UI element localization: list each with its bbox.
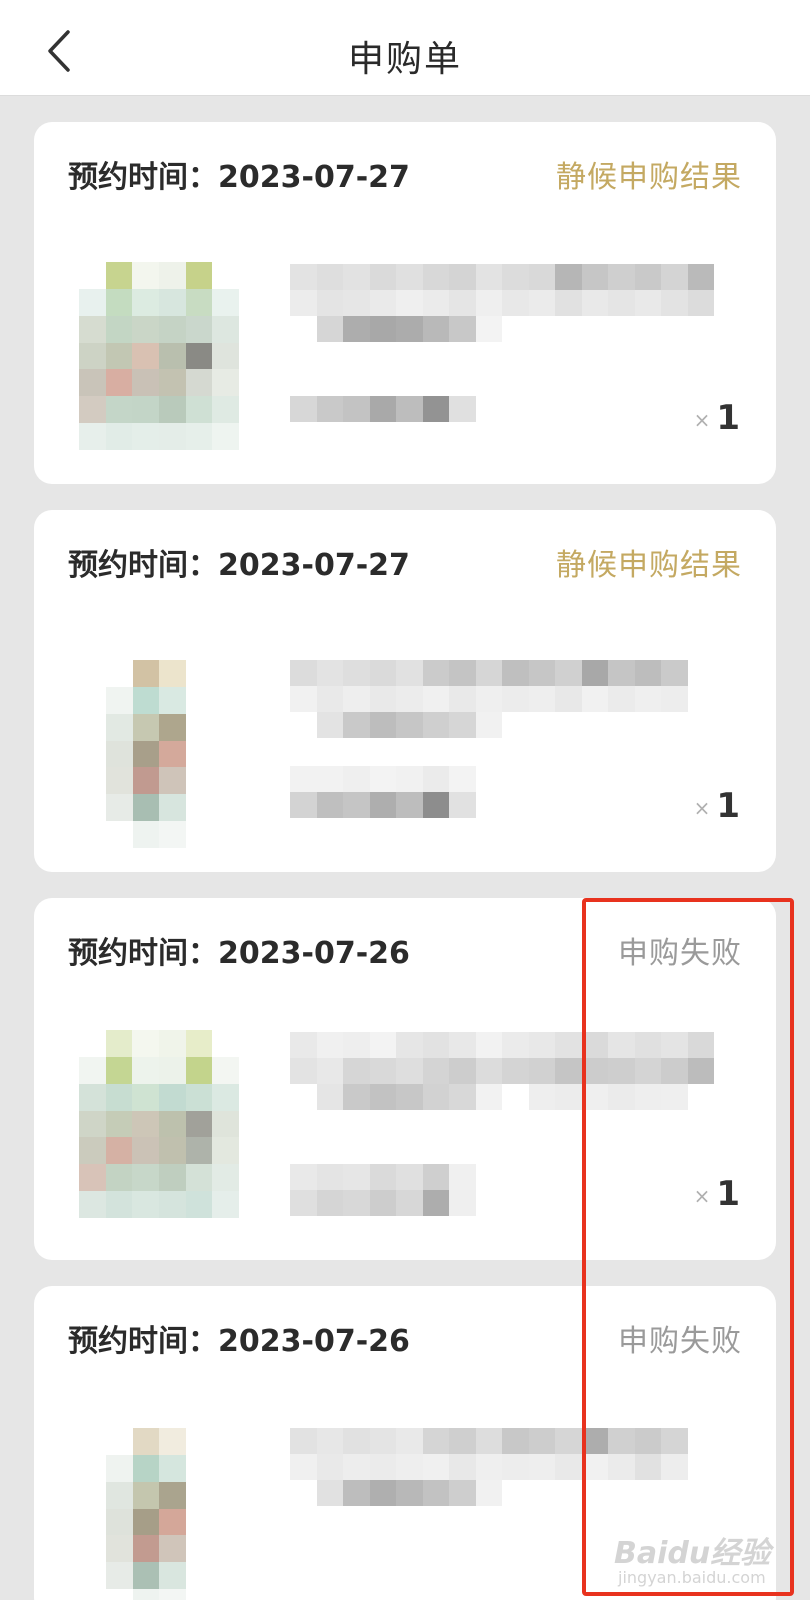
order-date: 预约时间：2023-07-26 <box>68 1324 410 1359</box>
watermark-url: jingyan.baidu.com <box>618 1568 766 1587</box>
product-thumbnail <box>106 1428 186 1600</box>
order-date: 预约时间：2023-07-27 <box>68 548 410 583</box>
product-spec-blurred <box>290 396 476 422</box>
watermark-logo: Baidu经验 <box>614 1536 771 1571</box>
order-date: 预约时间：2023-07-27 <box>68 160 410 195</box>
order-card[interactable]: 预约时间：2023-07-27 静候申购结果 × 1 <box>34 510 776 872</box>
product-thumbnail <box>106 660 186 848</box>
product-thumbnail <box>79 1030 239 1218</box>
quantity: × 1 <box>693 398 740 438</box>
order-date: 预约时间：2023-07-26 <box>68 936 410 971</box>
page-title: 申购单 <box>347 39 462 80</box>
quantity: × 1 <box>693 786 740 826</box>
order-status: 静候申购结果 <box>556 548 742 583</box>
product-spec-blurred <box>290 766 476 818</box>
watermark: Baidu经验 jingyan.baidu.com <box>614 1528 794 1594</box>
order-status: 静候申购结果 <box>556 160 742 195</box>
top-bar: 申购单 <box>0 0 810 96</box>
product-name-blurred <box>290 264 714 342</box>
product-thumbnail <box>79 262 239 450</box>
highlight-box <box>582 898 794 1596</box>
order-card[interactable]: 预约时间：2023-07-27 静候申购结果 × 1 <box>34 122 776 484</box>
product-name-blurred <box>290 660 688 738</box>
product-spec-blurred <box>290 1164 476 1216</box>
